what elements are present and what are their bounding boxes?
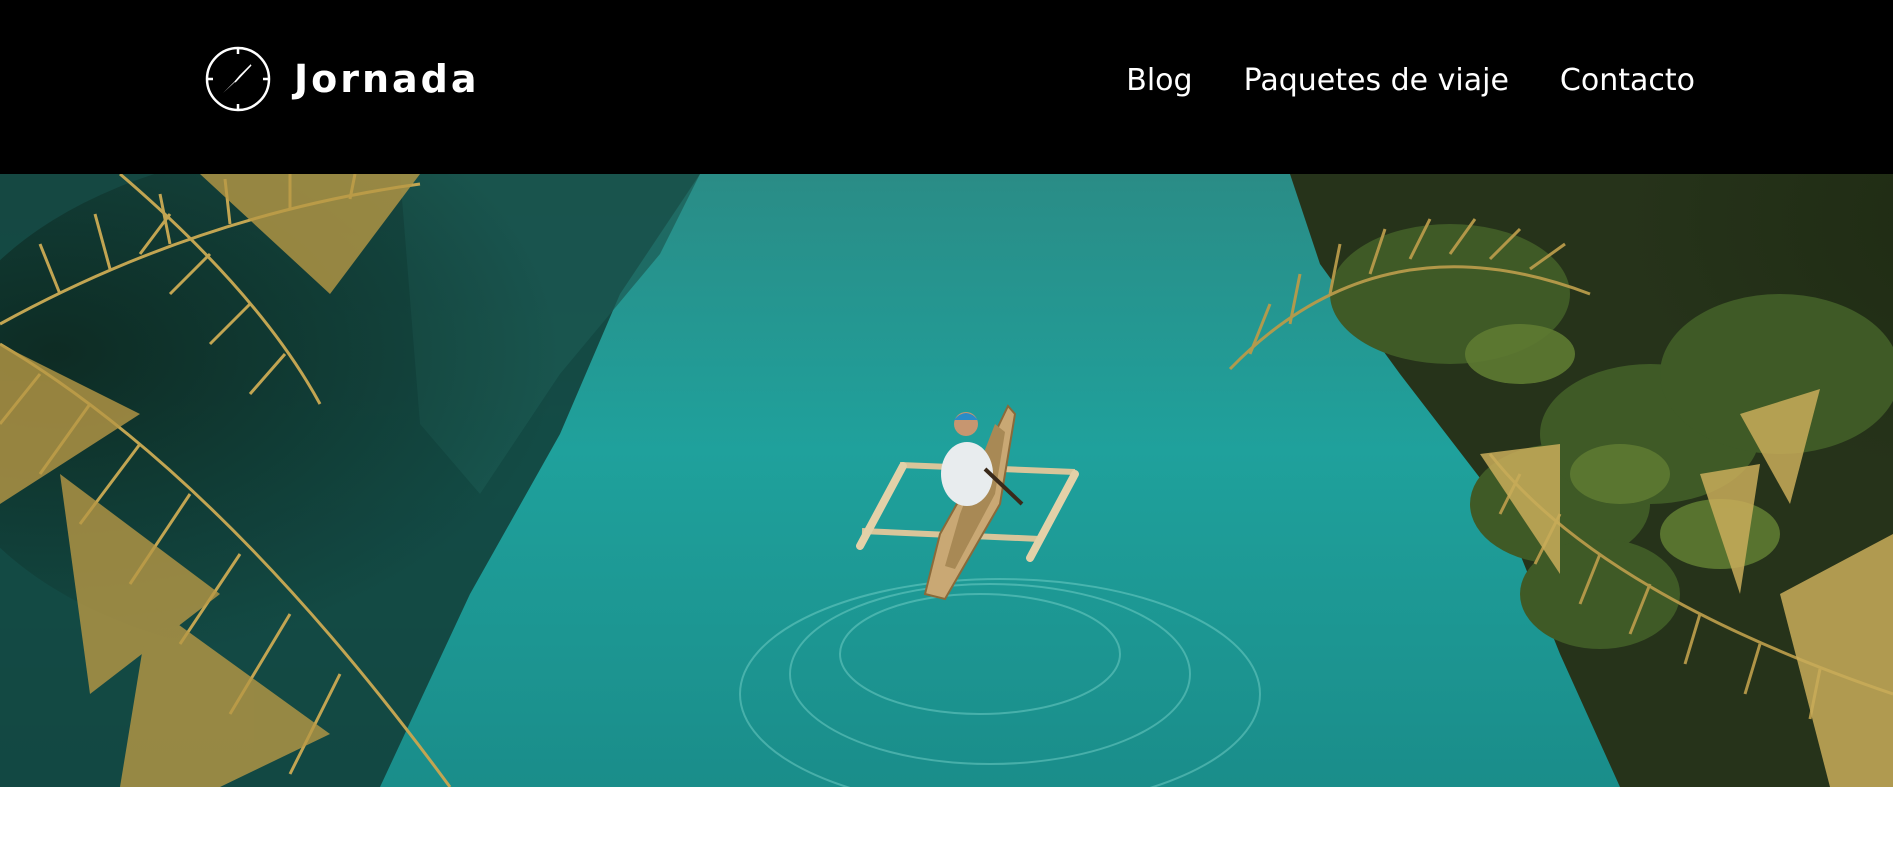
site-header: Jornada Blog Paquetes de viaje Contacto (0, 0, 1893, 174)
hero-image (0, 174, 1893, 787)
nav-item-blog[interactable]: Blog (1126, 58, 1192, 104)
brand-logo[interactable]: Jornada (204, 45, 480, 113)
brand-name: Jornada (294, 57, 480, 101)
river-canoe-photo (0, 174, 1893, 787)
nav-item-travel-packages[interactable]: Paquetes de viaje (1244, 58, 1509, 104)
main-nav: Blog Paquetes de viaje Contacto (1126, 58, 1695, 104)
compass-icon (205, 46, 271, 112)
nav-item-contact[interactable]: Contacto (1560, 58, 1695, 104)
